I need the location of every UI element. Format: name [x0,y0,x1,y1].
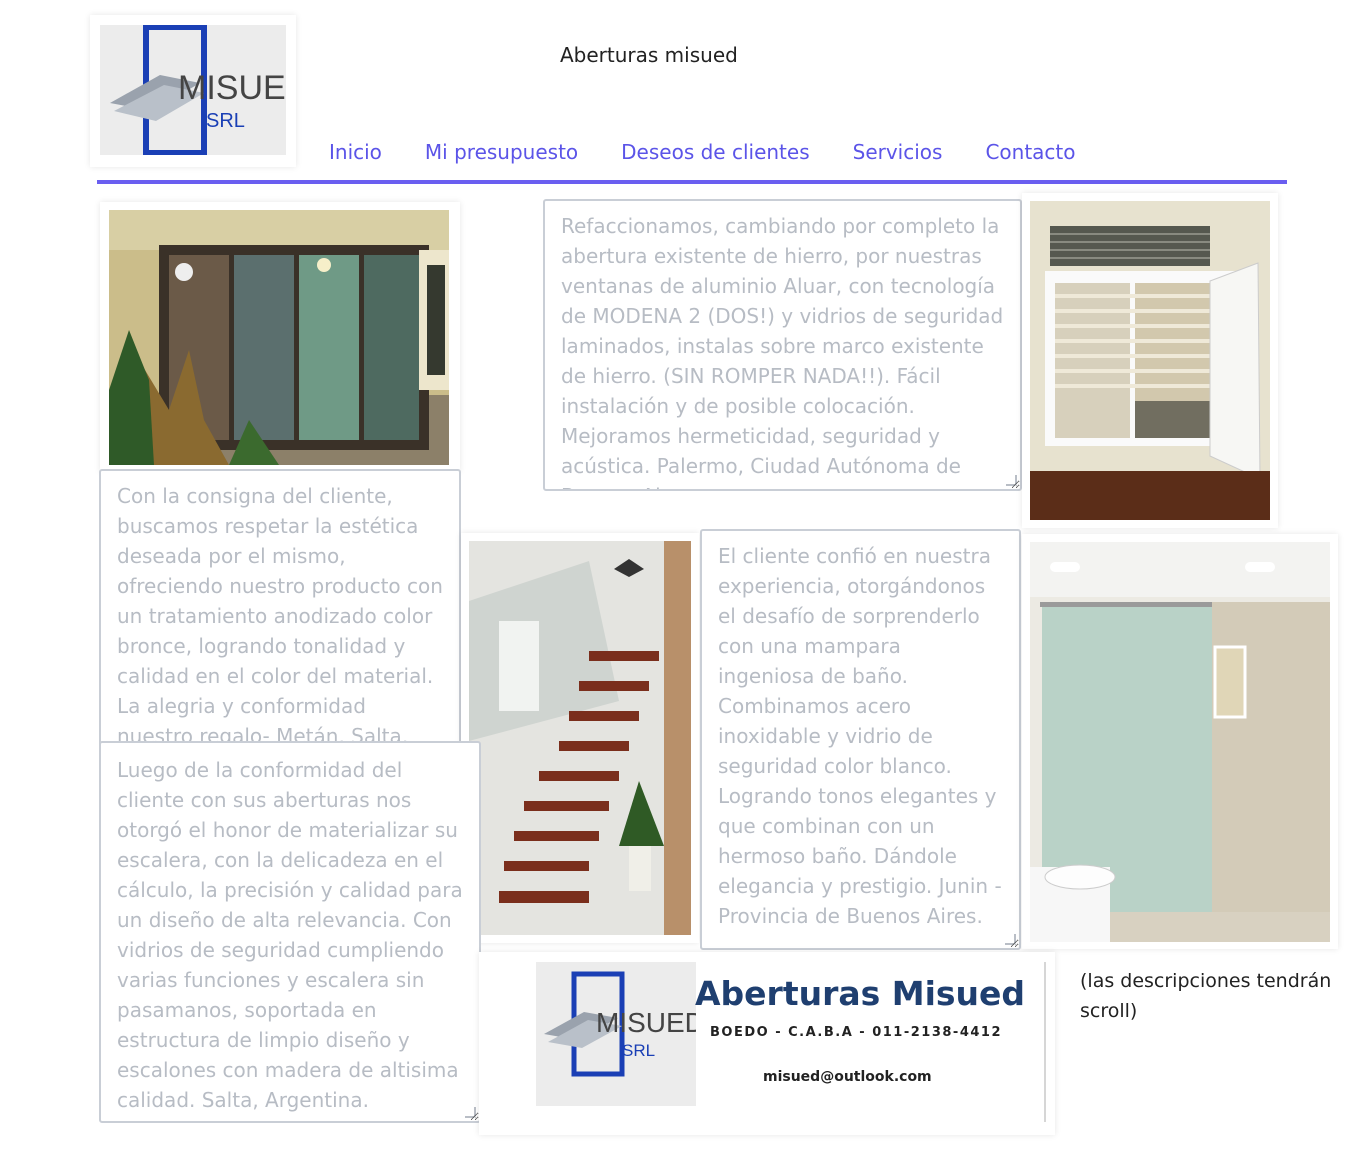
photo-shower-screen [1030,542,1330,942]
nav-inicio[interactable]: Inicio [329,140,382,164]
description-text: Luego de la conformidad del cliente con … [117,758,463,1112]
photo-card-stairs [461,533,699,943]
description-text: Refaccionamos, cambiando por completo la… [561,214,1004,489]
business-card-logo: MISUED SRL [536,962,705,1106]
nav-deseos-de-clientes[interactable]: Deseos de clientes [621,140,809,164]
description-bronze-window[interactable]: Con la consigna del cliente, buscamos re… [99,469,461,760]
misued-logo: MISUED SRL [100,24,310,156]
site-title: Aberturas misued [560,43,738,67]
svg-text:SRL: SRL [206,110,245,132]
description-text: El cliente confió en nuestra experiencia… [718,544,1002,928]
description-window-renovation[interactable]: Refaccionamos, cambiando por completo la… [543,199,1022,491]
nav-underline [97,180,1287,184]
photo-card-window [1022,193,1278,528]
main-nav: Inicio Mi presupuesto Deseos de clientes… [329,140,1119,164]
photo-card-door [100,202,460,472]
svg-text:SRL: SRL [622,1041,655,1060]
description-shower-screen[interactable]: El cliente confió en nuestra experiencia… [700,529,1021,950]
photo-aluminum-window [1030,201,1270,520]
resize-handle[interactable] [1005,934,1016,945]
business-card: MISUED SRL Aberturas Misued BOEDO - C.A.… [479,952,1055,1135]
divider [1044,962,1046,1122]
photo-sliding-door [109,210,449,465]
business-card-address: BOEDO - C.A.B.A - 011-2138-4412 [710,1025,1002,1040]
photo-stairs [469,541,691,935]
photo-card-bathroom [1022,534,1338,949]
logo-card[interactable]: MISUED SRL [90,15,310,167]
svg-text:MISUED: MISUED [178,69,286,107]
nav-contacto[interactable]: Contacto [985,140,1075,164]
scroll-note: (las descripciones tendrán scroll) [1080,970,1332,1022]
description-staircase[interactable]: Luego de la conformidad del cliente con … [99,741,481,1123]
business-card-brand: Aberturas Misued [695,974,1026,1013]
svg-text:MISUED: MISUED [596,1007,696,1038]
nav-mi-presupuesto[interactable]: Mi presupuesto [425,140,578,164]
business-card-email[interactable]: misued@outlook.com [763,1069,932,1085]
description-text: Con la consigna del cliente, buscamos re… [117,484,443,758]
resize-handle[interactable] [1006,475,1017,486]
resize-handle[interactable] [465,1107,476,1118]
nav-servicios[interactable]: Servicios [853,140,943,164]
